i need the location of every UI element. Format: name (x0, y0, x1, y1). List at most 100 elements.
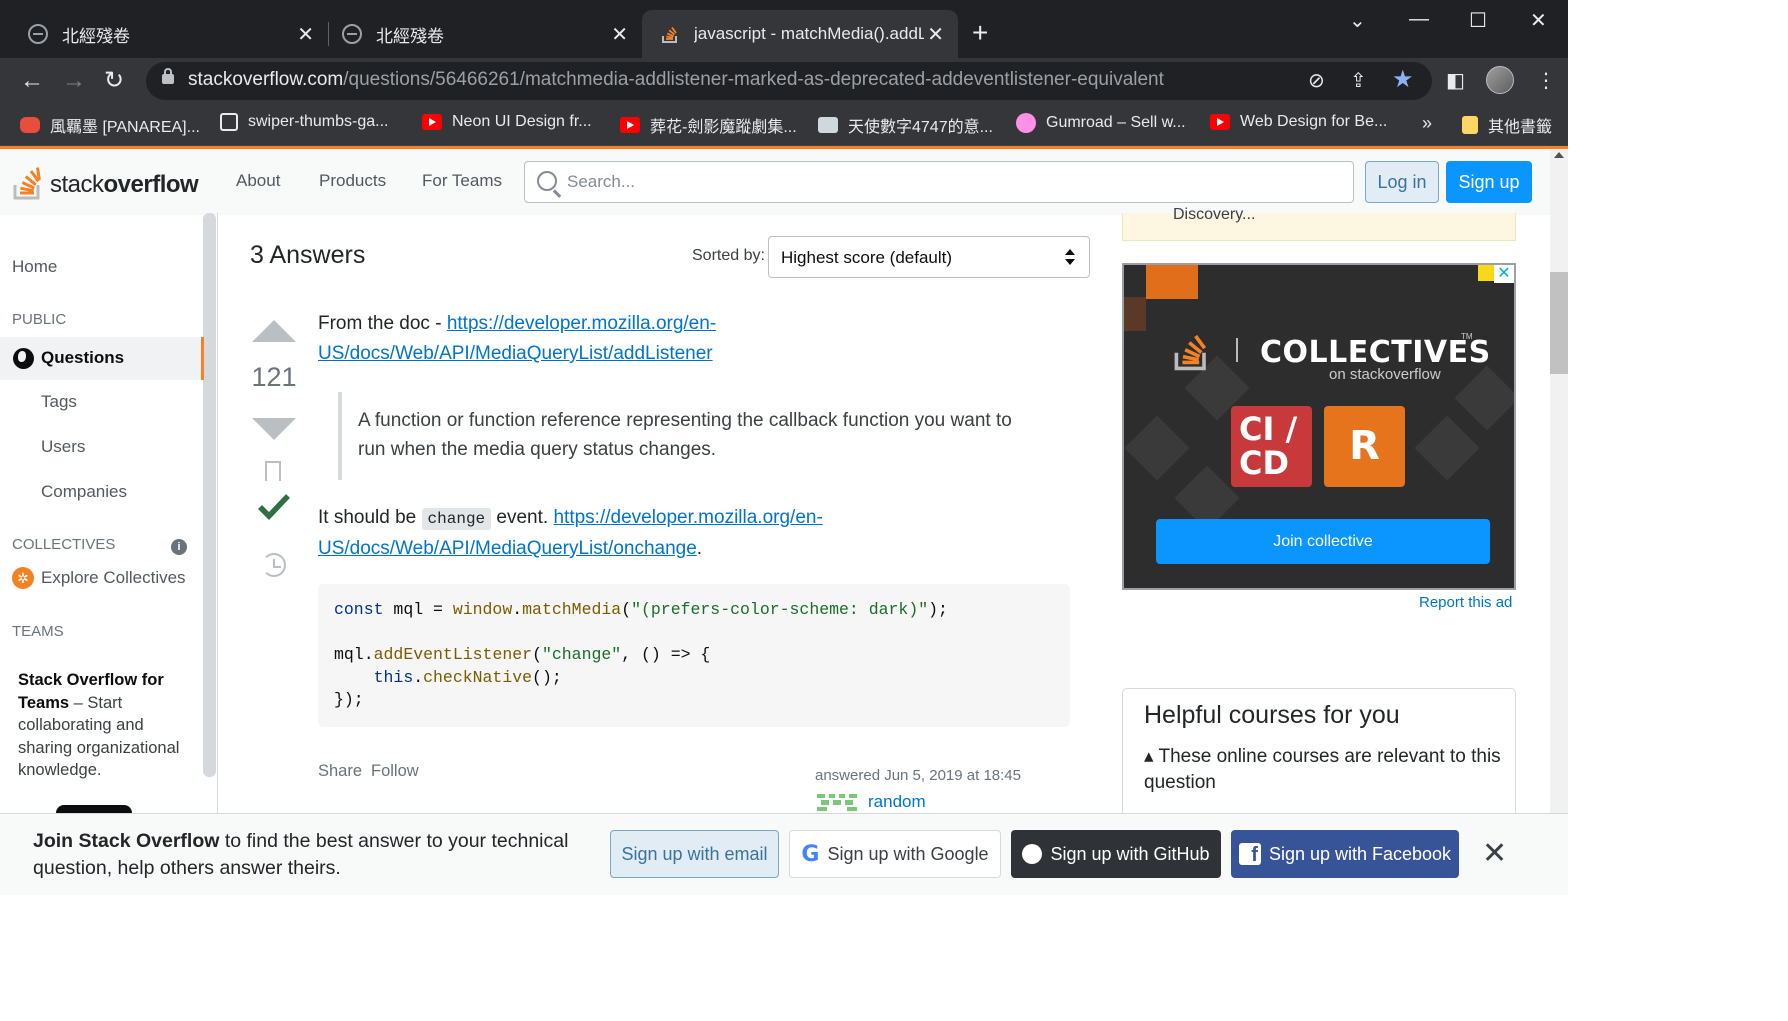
signup-button[interactable]: Sign up (1446, 161, 1532, 203)
sidebar-item-explore-collectives[interactable]: Explore Collectives (41, 568, 186, 588)
share-link[interactable]: Share (318, 762, 362, 781)
sidebar-item-tags[interactable]: Tags (41, 392, 77, 412)
sort-select[interactable]: Highest score (default) (768, 236, 1090, 278)
browser-tabstrip: 北經殘卷 ✕ 北經殘卷 ✕ javascript - matchMedia().… (0, 0, 1568, 58)
sidebar-section-teams: TEAMS (12, 623, 64, 640)
profile-avatar[interactable] (1486, 66, 1514, 94)
sidebar-item-questions[interactable]: Questions (0, 337, 204, 380)
nav-products[interactable]: Products (319, 171, 386, 191)
ad-divider (1236, 338, 1238, 362)
ad-decoration (1414, 415, 1480, 481)
user-name-link[interactable]: random (868, 792, 926, 812)
blog-item-text[interactable]: Discovery... (1173, 206, 1255, 224)
tab-close-icon[interactable]: ✕ (611, 22, 628, 47)
facebook-icon: f (1238, 843, 1261, 866)
sidebar-item-home[interactable]: Home (12, 257, 57, 277)
back-arrow-icon[interactable]: ← (20, 66, 44, 96)
nav-about[interactable]: About (236, 171, 280, 191)
sort-label: Sorted by: (692, 247, 765, 264)
banner-text: Join Stack Overflow to find the best ans… (33, 830, 569, 879)
login-button[interactable]: Log in (1365, 161, 1439, 203)
tab-close-icon[interactable]: ✕ (927, 22, 944, 47)
sidebar-item-companies[interactable]: Companies (41, 482, 127, 502)
side-panel-icon[interactable]: ◧ (1446, 68, 1465, 93)
report-ad-link[interactable]: Report this ad (1419, 594, 1512, 611)
kebab-menu-icon[interactable]: ⋮ (1536, 68, 1556, 93)
close-window-icon[interactable]: ✕ (1530, 8, 1547, 33)
answer-paragraph-2: It should be change event. https://devel… (318, 507, 823, 559)
new-tab-button[interactable]: + (972, 18, 988, 48)
stackoverflow-logo-icon (1174, 334, 1207, 371)
answer-paragraph-1: From the doc - https://developer.mozilla… (318, 313, 717, 364)
sidebar-item-users[interactable]: Users (41, 437, 85, 457)
url-text[interactable]: stackoverflow.com/questions/56466261/mat… (188, 69, 1164, 91)
search-input[interactable] (567, 170, 1327, 194)
sort-select-value: Highest score (default) (781, 248, 953, 267)
bookmark-item[interactable]: 風羈墨 [PANAREA]... (20, 113, 200, 137)
left-sidebar: Home PUBLIC Questions Tags Users Compani… (0, 213, 218, 817)
code-line: mql.addEventListener("change", () => { (334, 645, 711, 664)
minimize-icon[interactable]: — (1409, 8, 1429, 31)
other-bookmarks[interactable]: 其他書籤 (1462, 113, 1552, 137)
accepted-checkmark-icon (258, 494, 290, 520)
bookmarks-overflow-icon[interactable]: » (1422, 113, 1432, 134)
address-bar[interactable]: stackoverflow.com/questions/56466261/mat… (146, 62, 1432, 100)
follow-link[interactable]: Follow (371, 762, 419, 781)
eye-slash-icon[interactable]: ⊘ (1308, 68, 1325, 93)
red-app-icon (20, 117, 40, 133)
sidebar-scrollbar[interactable] (203, 213, 216, 777)
signup-google-button[interactable]: G Sign up with Google (789, 830, 1001, 878)
forward-arrow-icon[interactable]: → (62, 66, 86, 96)
signup-email-button[interactable]: Sign up with email (610, 830, 779, 878)
close-banner-icon[interactable]: ✕ (1482, 839, 1507, 869)
bookmark-item[interactable]: Gumroad – Sell w... (1016, 113, 1186, 133)
select-arrows-icon (1065, 249, 1075, 265)
signup-facebook-button[interactable]: f Sign up with Facebook (1231, 830, 1459, 878)
search-box (524, 161, 1354, 203)
page-scrollbar[interactable] (1550, 149, 1568, 895)
ad-subtitle: on stackoverflow (1329, 366, 1441, 383)
folder-icon (1462, 116, 1478, 134)
upvote-arrow-icon[interactable] (252, 320, 296, 342)
bookmark-item[interactable]: 葬花-劍影魔蹤劇集... (620, 113, 797, 137)
share-icon[interactable]: ⇪ (1350, 68, 1367, 93)
page-icon (220, 113, 238, 131)
bookmark-item[interactable]: 天使數字4747的意... (818, 113, 993, 137)
blockquote-text: A function or function reference represe… (358, 410, 1012, 460)
bookmark-star-icon[interactable]: ★ (1392, 65, 1414, 94)
code-block: const mql = window.matchMedia("(prefers-… (318, 584, 1070, 727)
adchoices-icon[interactable] (1478, 265, 1494, 281)
blog-sidebar-widget: Discovery... (1122, 206, 1516, 241)
signup-github-button[interactable]: Sign up with GitHub (1011, 830, 1221, 878)
maximize-icon[interactable]: ☐ (1469, 8, 1487, 33)
bookmark-item[interactable]: Web Design for Be... (1210, 113, 1387, 131)
bookmark-item[interactable]: swiper-thumbs-ga... (220, 113, 389, 131)
tab-close-icon[interactable]: ✕ (297, 22, 314, 47)
scrollbar-thumb[interactable] (1550, 272, 1568, 374)
user-identicon-icon[interactable] (815, 790, 859, 812)
stackoverflow-logo[interactable]: stackoverflow (12, 159, 199, 201)
ad-close-icon[interactable]: ✕ (1494, 265, 1514, 283)
history-icon[interactable] (262, 553, 286, 577)
ad-decoration (1124, 415, 1190, 481)
answer-blockquote: A function or function reference represe… (338, 392, 1038, 480)
browser-toolbar: ← → ↻ stackoverflow.com/questions/564662… (0, 58, 1568, 104)
tab-2[interactable]: 北經殘卷 ✕ (342, 10, 632, 58)
youtube-icon (1210, 114, 1230, 130)
tab-active[interactable]: javascript - matchMedia().addLi ✕ (642, 10, 958, 58)
sidebar-item-label: Questions (41, 348, 125, 367)
globe-icon (28, 24, 48, 44)
bookmark-icon[interactable] (265, 461, 281, 482)
vote-score: 121 (251, 362, 297, 392)
bookmark-item[interactable]: Neon UI Design fr... (422, 113, 592, 131)
reload-icon[interactable]: ↻ (104, 66, 124, 96)
scroll-up-arrow-icon[interactable] (1554, 152, 1564, 158)
ad-decoration (1124, 297, 1146, 331)
nav-for-teams[interactable]: For Teams (422, 171, 502, 191)
tab-search-icon[interactable]: ⌄ (1349, 8, 1366, 33)
downvote-arrow-icon[interactable] (252, 418, 296, 440)
tab-separator (328, 22, 329, 46)
join-collective-button[interactable]: Join collective (1156, 519, 1490, 564)
tab-1[interactable]: 北經殘卷 ✕ (28, 10, 318, 58)
info-icon[interactable]: i (171, 539, 187, 555)
